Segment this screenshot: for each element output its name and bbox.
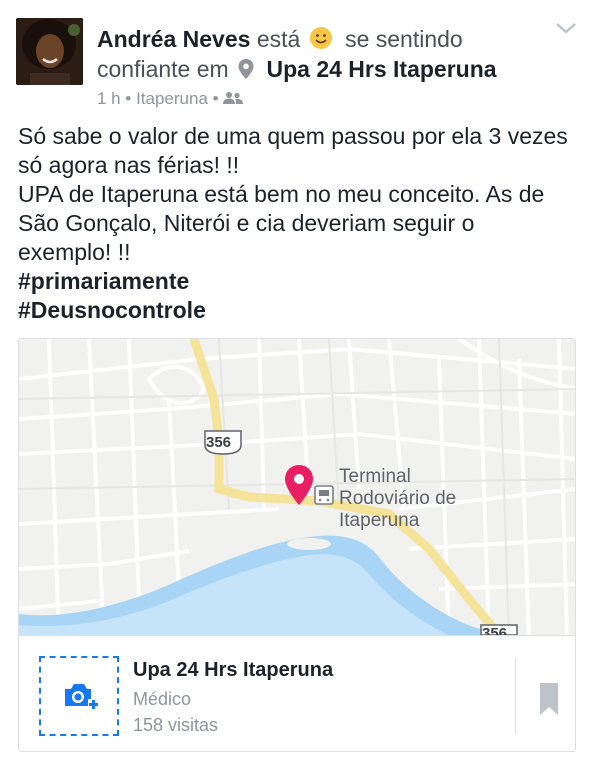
author-avatar[interactable]	[16, 18, 83, 85]
post-text-line: só agora nas férias! !!	[18, 152, 240, 178]
hashtag-link[interactable]: #Deusnocontrole	[18, 296, 588, 325]
post-location[interactable]: Itaperuna	[136, 89, 208, 108]
route-shield-label: 356	[206, 434, 232, 451]
post-body: Só sabe o valor de uma quem passou por e…	[18, 122, 588, 325]
meta-separator: •	[125, 89, 137, 108]
place-category: Médico	[133, 689, 192, 709]
add-photo-button[interactable]	[39, 656, 119, 736]
bus-station-icon	[314, 485, 334, 505]
place-info-bar[interactable]: Upa 24 Hrs Itaperuna Médico 158 visitas	[19, 635, 575, 751]
place-name[interactable]: Upa 24 Hrs Itaperuna	[133, 658, 333, 682]
post-text-line: São Gonçalo, Niterói e cia deveriam segu…	[18, 210, 475, 236]
smiling-face-icon	[309, 27, 332, 49]
feeling-location-line: confiante em Upa 24 Hrs Itaperuna	[97, 54, 497, 84]
post-text-line: exemplo! !!	[18, 239, 131, 265]
chevron-down-icon[interactable]	[554, 20, 578, 36]
map-preview[interactable]: 356 356 Terminal Rodoviário de Itaperuna	[19, 339, 575, 642]
poi-label-line: Itaperuna	[339, 510, 420, 531]
camera-plus-icon	[65, 684, 99, 710]
poi-label-line: Rodoviário de	[339, 488, 457, 509]
post-time[interactable]: 1 h	[97, 89, 121, 108]
post-meta: 1 h • Itaperuna •	[97, 88, 244, 110]
friends-icon[interactable]	[223, 91, 244, 105]
divider	[515, 658, 516, 734]
post-text-line: Só sabe o valor de uma quem passou por e…	[18, 123, 568, 149]
location-pin-icon	[238, 59, 254, 79]
hashtag-link[interactable]: #primariamente	[18, 267, 588, 296]
feeling-prefix: se sentindo	[345, 26, 463, 52]
author-name[interactable]: Andréa Neves	[97, 26, 250, 52]
verb-text: está	[256, 26, 301, 52]
poi-label-line: Terminal	[339, 466, 411, 487]
meta-separator: •	[212, 89, 224, 108]
post-text-line: UPA de Itaperuna está bem no meu conceit…	[18, 181, 545, 207]
post-title: Andréa Neves está se sentindo	[97, 24, 463, 54]
place-visits: 158 visitas	[133, 715, 219, 735]
place-link[interactable]: Upa 24 Hrs Itaperuna	[266, 56, 496, 82]
bookmark-icon[interactable]	[539, 682, 559, 716]
location-prefix: em	[196, 56, 229, 82]
post-header: Andréa Neves está se sentindo confiante …	[0, 0, 600, 118]
feeling-text: confiante	[97, 56, 191, 82]
place-card[interactable]: 356 356 Terminal Rodoviário de Itaperuna…	[18, 338, 576, 752]
